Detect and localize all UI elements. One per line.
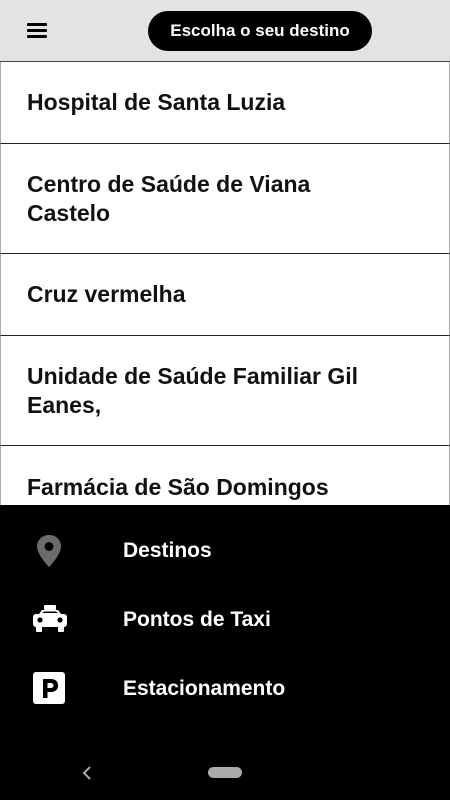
list-item-label: Farmácia de São Domingos [27, 473, 329, 500]
location-pin-icon [37, 535, 61, 567]
choose-destination-button[interactable]: Escolha o seu destino [148, 11, 372, 51]
list-item[interactable]: Farmácia de São Domingos [0, 446, 450, 505]
list-item[interactable]: Centro de Saúde de Viana Castelo [0, 144, 450, 254]
back-chevron-icon[interactable] [78, 763, 96, 783]
top-bar: Escolha o seu destino [0, 0, 450, 62]
nav-item-label: Estacionamento [123, 677, 286, 700]
list-item[interactable]: Hospital de Santa Luzia [0, 62, 450, 144]
parking-icon [33, 672, 65, 704]
nav-item-label: Destinos [123, 539, 212, 562]
hamburger-menu-icon[interactable] [20, 18, 54, 44]
list-item[interactable]: Cruz vermelha [0, 254, 450, 336]
app-screen: Escolha o seu destino Hospital de Santa … [0, 0, 450, 800]
nav-item-estacionamento[interactable]: Estacionamento [0, 659, 450, 719]
destination-list: Hospital de Santa Luzia Centro de Saúde … [0, 62, 450, 505]
home-pill-icon[interactable] [208, 767, 242, 778]
nav-item-destinos[interactable]: Destinos [0, 521, 450, 581]
list-item-label: Hospital de Santa Luzia [27, 89, 286, 115]
bottom-navigation: Destinos Pontos de Taxi Estacionamento [0, 505, 450, 800]
nav-item-label: Pontos de Taxi [123, 608, 271, 631]
list-item-label: Cruz vermelha [27, 281, 186, 307]
list-item[interactable]: Unidade de Saúde Familiar Gil Eanes, [0, 336, 450, 446]
nav-item-pontos-de-taxi[interactable]: Pontos de Taxi [0, 590, 450, 650]
list-item-label: Centro de Saúde de Viana Castelo [27, 170, 311, 226]
taxi-icon [33, 605, 67, 632]
list-item-label: Unidade de Saúde Familiar Gil Eanes, [27, 362, 359, 418]
